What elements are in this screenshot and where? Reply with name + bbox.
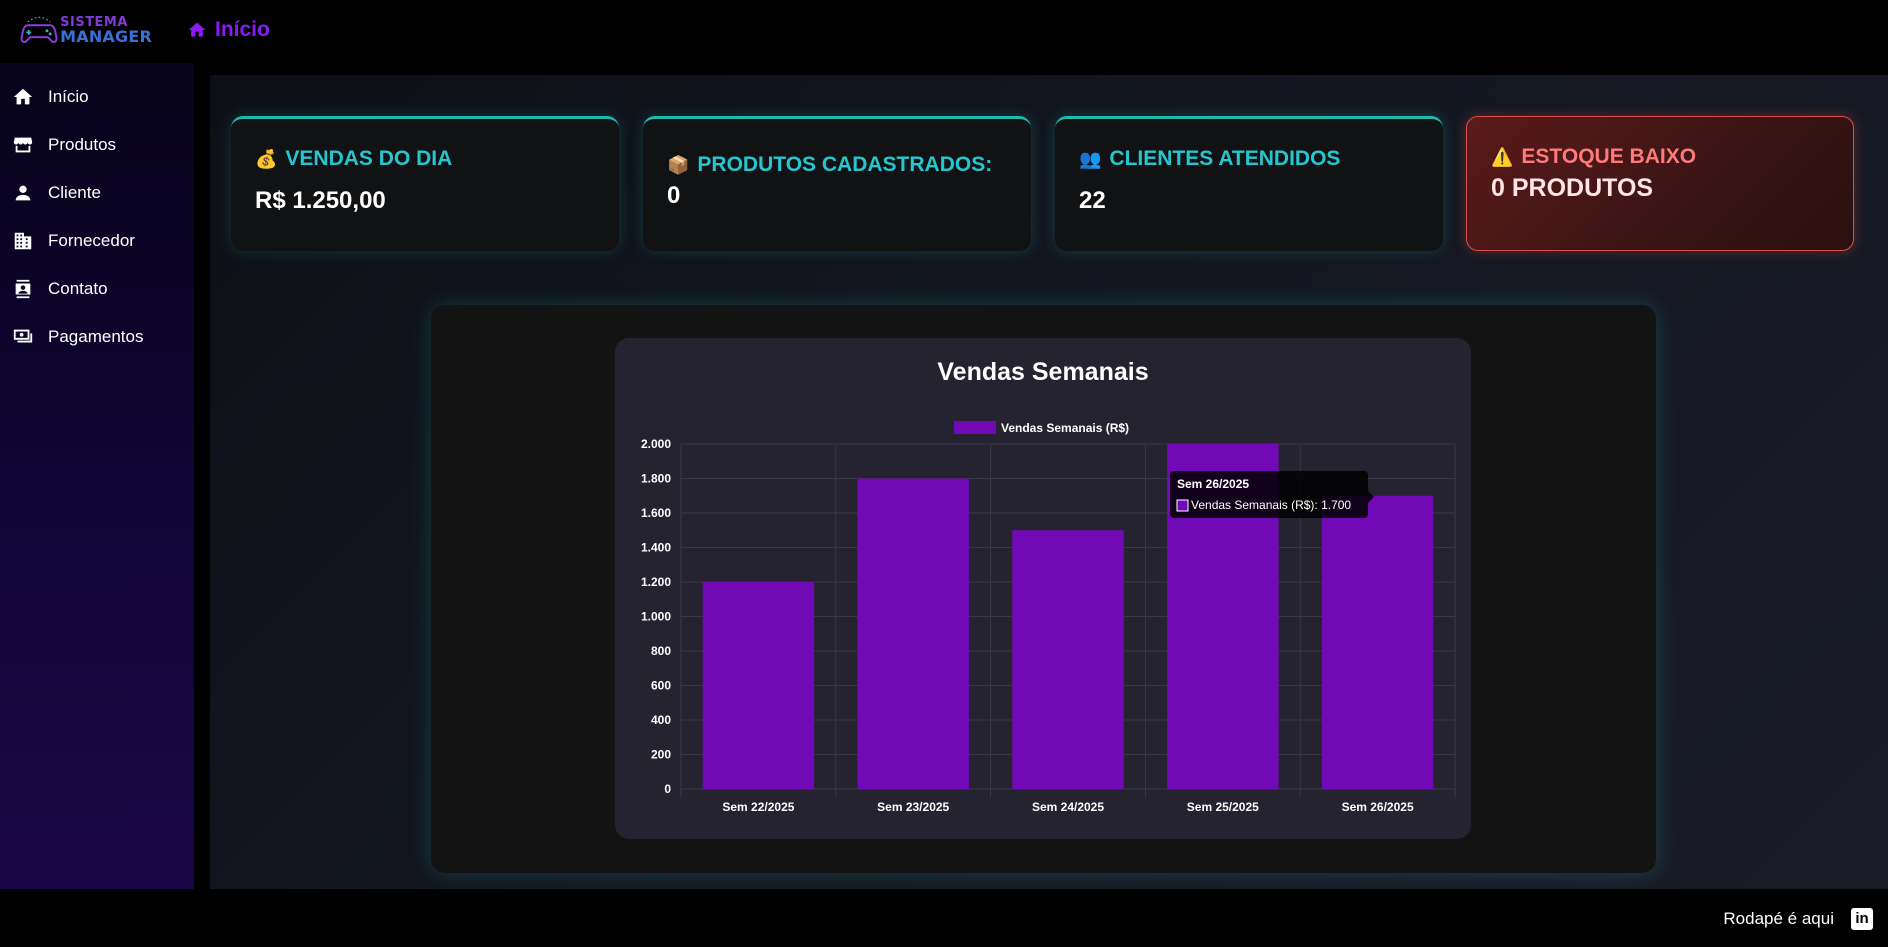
sidebar: Início Produtos Cliente Fornecedor Conta… [0, 63, 194, 889]
bar [1012, 530, 1124, 789]
sidebar-item-produtos[interactable]: Produtos [0, 121, 194, 169]
y-tick-label: 1.600 [641, 506, 671, 520]
warning-icon: ⚠️ [1491, 146, 1514, 167]
sidebar-item-inicio[interactable]: Início [0, 73, 194, 121]
sidebar-item-label: Produtos [48, 135, 117, 154]
top-header: SISTEMA MANAGER Início [0, 0, 1888, 63]
y-tick-label: 1.800 [641, 472, 671, 486]
sidebar-item-label: Pagamentos [48, 327, 144, 346]
sidebar-item-label: Fornecedor [48, 231, 135, 250]
sidebar-item-label: Contato [48, 279, 108, 298]
x-tick-label: Sem 22/2025 [722, 800, 794, 814]
card-value: 0 PRODUTOS [1491, 174, 1654, 202]
people-icon: 👥 [1079, 148, 1102, 169]
contact-icon [15, 279, 31, 299]
home-icon [13, 88, 33, 105]
money-bag-icon: 💰 [255, 148, 278, 169]
bar-chart[interactable]: 0 200 400 600 800 1.000 1.200 1.400 1.600 1.800 2.… [615, 338, 1471, 839]
card-value: 22 [1079, 187, 1106, 214]
x-tick-label: Sem 25/2025 [1187, 800, 1259, 814]
gamepad-logo-icon [20, 16, 58, 43]
card-value: R$ 1.250,00 [255, 187, 386, 214]
x-tick-label: Sem 23/2025 [877, 800, 949, 814]
card-title: 📦 PRODUTOS CADASTRADOS: [667, 153, 992, 177]
legend-swatch [954, 421, 996, 434]
sidebar-item-pagamentos[interactable]: Pagamentos [0, 313, 194, 361]
card-title-text: CLIENTES ATENDIDOS [1109, 147, 1341, 170]
card-title: ⚠️ ESTOQUE BAIXO [1491, 145, 1696, 169]
page-title-text: Início [215, 18, 270, 41]
page-title: Início [187, 18, 270, 42]
building-icon [14, 232, 32, 250]
y-tick-label: 800 [651, 644, 671, 658]
card-title-text: PRODUTOS CADASTRADOS: [697, 153, 993, 176]
x-tick-label: Sem 26/2025 [1342, 800, 1414, 814]
card-title: 💰 VENDAS DO DIA [255, 147, 452, 171]
tooltip-swatch [1176, 499, 1189, 512]
y-tick-label: 400 [651, 713, 671, 727]
y-tick-label: 2.000 [641, 437, 671, 451]
x-tick-label: Sem 24/2025 [1032, 800, 1104, 814]
linkedin-icon[interactable]: in [1851, 908, 1873, 930]
card-estoque-baixo: ⚠️ ESTOQUE BAIXO 0 PRODUTOS [1466, 116, 1854, 251]
card-clientes-atendidos: 👥 CLIENTES ATENDIDOS 22 [1055, 116, 1443, 251]
y-tick-label: 1.400 [641, 541, 671, 555]
home-icon [188, 22, 206, 37]
tooltip-label: Vendas Semanais (R$): 1.700 [1191, 498, 1351, 512]
app-logo[interactable]: SISTEMA MANAGER [20, 10, 152, 50]
bar [702, 582, 815, 789]
sidebar-item-label: Início [48, 87, 89, 106]
bar [857, 478, 969, 789]
card-title-text: VENDAS DO DIA [285, 147, 453, 170]
footer: Rodapé é aqui in [0, 889, 1888, 947]
bar [1321, 495, 1434, 789]
logo-text-bottom: MANAGER [60, 26, 152, 46]
y-tick-label: 600 [651, 679, 671, 693]
store-icon [13, 137, 33, 153]
footer-text: Rodapé é aqui [1723, 909, 1834, 928]
tooltip-title: Sem 26/2025 [1177, 477, 1249, 491]
person-icon [15, 185, 31, 201]
package-icon: 📦 [667, 154, 690, 175]
card-produtos-cadastrados: 📦 PRODUTOS CADASTRADOS: 0 [643, 116, 1031, 251]
sidebar-item-cliente[interactable]: Cliente [0, 169, 194, 217]
payments-icon [13, 329, 33, 343]
y-tick-label: 1.000 [641, 610, 671, 624]
legend-label: Vendas Semanais (R$) [1001, 421, 1129, 435]
y-tick-label: 200 [651, 748, 671, 762]
sidebar-item-fornecedor[interactable]: Fornecedor [0, 217, 194, 265]
sidebar-item-contato[interactable]: Contato [0, 265, 194, 313]
sidebar-item-label: Cliente [48, 183, 101, 202]
card-vendas-do-dia: 💰 VENDAS DO DIA R$ 1.250,00 [231, 116, 619, 251]
y-tick-label: 1.200 [641, 575, 671, 589]
card-value: 0 [667, 182, 681, 209]
card-title-text: ESTOQUE BAIXO [1521, 145, 1697, 168]
card-title: 👥 CLIENTES ATENDIDOS [1079, 147, 1340, 171]
y-tick-label: 0 [664, 782, 671, 796]
